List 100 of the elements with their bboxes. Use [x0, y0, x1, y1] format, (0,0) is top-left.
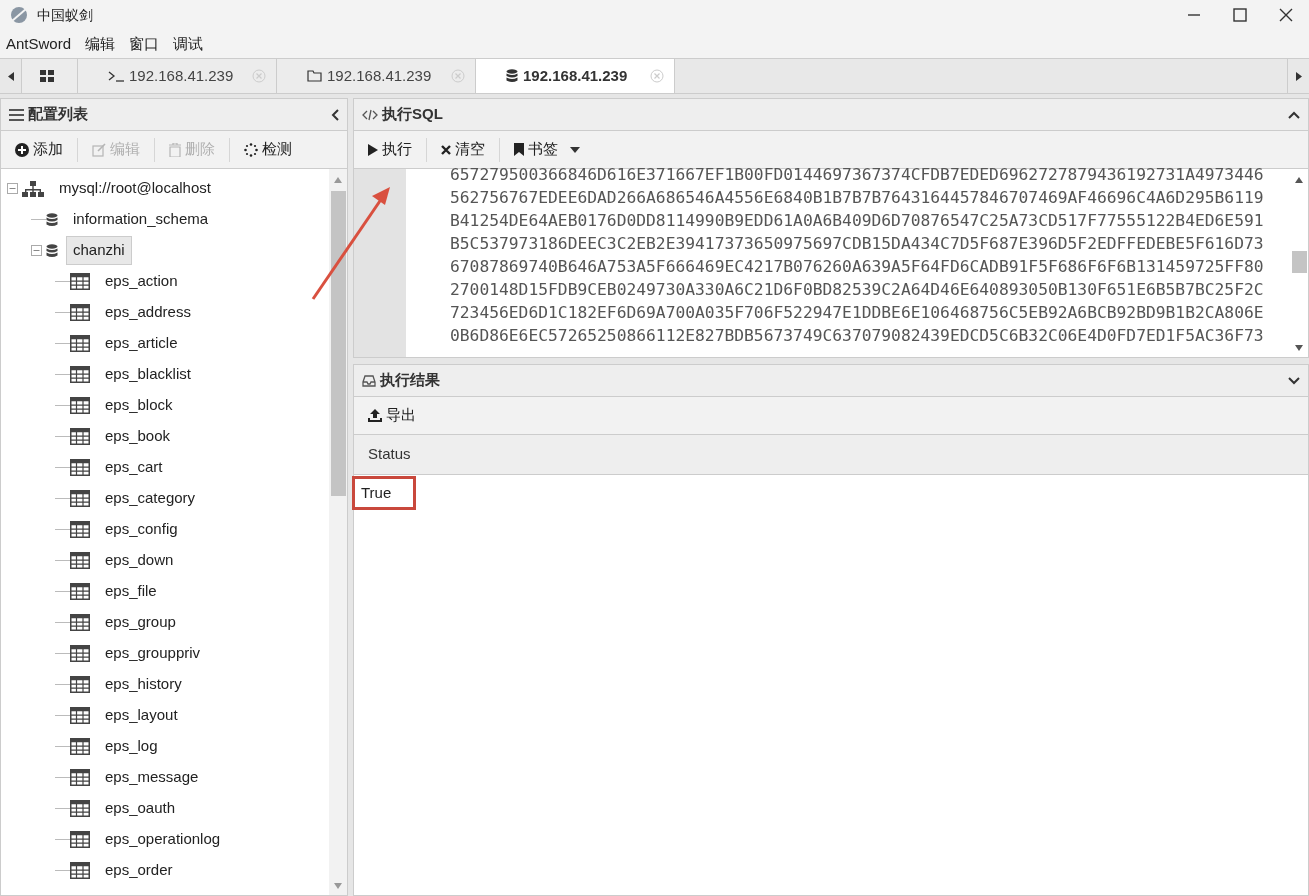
toolbar-button[interactable]: 清空	[435, 134, 491, 165]
table-cell: True	[352, 476, 416, 510]
table-icon	[70, 707, 90, 724]
database-icon	[46, 243, 58, 258]
tree-item[interactable]: eps_book	[98, 422, 178, 451]
tree-item[interactable]: information_schema	[66, 205, 216, 234]
window-title: 中国蚁剑	[37, 5, 93, 25]
table-icon	[70, 738, 90, 755]
sql-editor[interactable]: 657279500366846D616E371667EF1B00FD0144697367374CFDB7EDED6962727879436192731A4973446 562756767EDEE6DAD266A686546A4556E6840B1B7B7B7643164457846707469AF46696C4A6D295B6119 B41254DE64AEB0176D0DD8114990B9EDD61A0A6B409D6D70876547C25A73CD517F77555122B4ED6E591 B5C537973186DEEC3C2EB2E39417373650975697CDB15DA434C7D5F687E396D5F2EDFFEDEBE5F616D73 67087869740B646A753A5F666469EC4217B076260A639A5F64FD6CADB91F5F686F6F6B131459725FF80 2700148D15FDB9CEB0249730A330A6C21D6F0BD82539C2A64D46E640893050B130F651E6B5B7BC25F2C 723456ED6D1C182EF6D69A700A035F706F522947E1DDBE6E106468756C5EB92A6BCB92BD9B1B2CA806E 0B6D86E6EC57265250866112E827BDB5673749C637079082439EDCD5C6B32C06E4D0FD7ED1F5AC36F73	[406, 163, 1290, 357]
tree-item[interactable]: chanzhi	[66, 236, 132, 265]
toolbar-button[interactable]: 添加	[9, 134, 69, 165]
table-icon	[70, 583, 90, 600]
tree-item[interactable]: eps_config	[98, 515, 185, 544]
app-logo-icon	[9, 5, 29, 25]
collapse-toggle-icon[interactable]	[31, 245, 42, 256]
code-icon	[362, 108, 378, 121]
collapse-icon[interactable]	[1288, 110, 1300, 119]
folder-icon	[307, 70, 322, 82]
tab[interactable]: 192.168.41.239	[476, 59, 675, 93]
tree-item[interactable]: eps_article	[98, 329, 185, 358]
trash-icon	[169, 142, 181, 157]
menu-item[interactable]: 窗口	[129, 32, 160, 56]
menu-item[interactable]: 编辑	[85, 32, 116, 56]
table-icon	[70, 645, 90, 662]
list-icon	[9, 108, 24, 121]
tree-item[interactable]: mysql://root@localhost	[52, 174, 218, 203]
close-icon	[441, 144, 451, 155]
menu-item[interactable]: 调试	[173, 32, 204, 56]
tree-item[interactable]: eps_file	[98, 577, 164, 606]
edit-icon	[92, 142, 106, 157]
tree-item[interactable]: eps_address	[98, 298, 198, 327]
table-icon	[70, 676, 90, 693]
inbox-icon	[362, 374, 376, 387]
tab[interactable]: 192.168.41.239	[78, 59, 277, 93]
table-icon	[70, 459, 90, 476]
scrollbar[interactable]	[329, 169, 347, 895]
caret-down-icon	[570, 146, 580, 153]
collapse-icon[interactable]	[331, 108, 339, 121]
table-icon	[70, 521, 90, 538]
caret-left-icon	[7, 71, 14, 81]
tab-label: 192.168.41.239	[327, 65, 432, 86]
table-icon	[70, 428, 90, 445]
grid-icon	[40, 70, 54, 82]
upload-icon	[368, 409, 382, 422]
close-tab-icon	[650, 69, 664, 83]
play-icon	[368, 143, 378, 156]
table-icon	[70, 831, 90, 848]
database-icon	[506, 69, 518, 83]
panel-title: 执行SQL	[382, 104, 443, 125]
caret-right-icon	[1295, 71, 1302, 81]
tree-item[interactable]: eps_blacklist	[98, 360, 198, 389]
tree-item[interactable]: eps_grouppriv	[98, 639, 208, 668]
tree-item[interactable]: eps_down	[98, 546, 181, 575]
column-header[interactable]: Status	[354, 435, 1308, 474]
panel-title: 配置列表	[28, 104, 88, 125]
tree-item[interactable]: eps_block	[98, 391, 180, 420]
table-icon	[70, 397, 90, 414]
tree-item[interactable]: eps_category	[98, 484, 203, 513]
tree-item[interactable]: eps_group	[98, 608, 183, 637]
bookmark-icon	[514, 143, 524, 156]
table-icon	[70, 614, 90, 631]
scrollbar-thumb[interactable]	[1291, 251, 1307, 273]
plus-circle-icon	[15, 142, 29, 157]
close-tab-icon	[252, 69, 266, 83]
scroll-up-icon[interactable]	[1295, 177, 1303, 183]
collapse-toggle-icon[interactable]	[7, 183, 18, 194]
tab-label: 192.168.41.239	[129, 65, 234, 86]
tab[interactable]	[22, 59, 78, 93]
tree-item[interactable]: eps_order	[98, 856, 180, 885]
tab-label: 192.168.41.239	[523, 65, 628, 86]
tree-item[interactable]: eps_operationlog	[98, 825, 228, 854]
panel-title: 执行结果	[380, 370, 440, 391]
tree-item[interactable]: eps_layout	[98, 701, 185, 730]
toolbar-button[interactable]: 检测	[238, 134, 298, 165]
tree-item[interactable]: eps_action	[98, 267, 185, 296]
tab[interactable]: 192.168.41.239	[277, 59, 476, 93]
table-icon	[70, 769, 90, 786]
network-icon	[22, 180, 44, 197]
toolbar-button[interactable]: 执行	[362, 134, 418, 165]
menu-item[interactable]: AntSword	[6, 32, 72, 56]
toolbar-button[interactable]: 导出	[362, 400, 422, 431]
scroll-down-icon[interactable]	[1295, 345, 1303, 351]
spinner-icon	[244, 142, 258, 157]
tree-item[interactable]: eps_message	[98, 763, 206, 792]
close-tab-icon	[451, 69, 465, 83]
table-icon	[70, 862, 90, 879]
terminal-icon	[108, 70, 124, 82]
table-icon	[70, 552, 90, 569]
database-icon	[46, 212, 58, 227]
table-icon	[70, 304, 90, 321]
toolbar-button[interactable]: 书签	[508, 134, 586, 165]
table-icon	[70, 273, 90, 290]
expand-icon[interactable]	[1288, 376, 1300, 385]
table-icon	[70, 366, 90, 383]
tree-item[interactable]: eps_log	[98, 732, 165, 761]
tree-item[interactable]: eps_history	[98, 670, 189, 699]
table-icon	[70, 800, 90, 817]
tree-item[interactable]: eps_cart	[98, 453, 170, 482]
tree-item[interactable]: eps_oauth	[98, 794, 183, 823]
scrollbar-thumb[interactable]	[330, 191, 346, 496]
